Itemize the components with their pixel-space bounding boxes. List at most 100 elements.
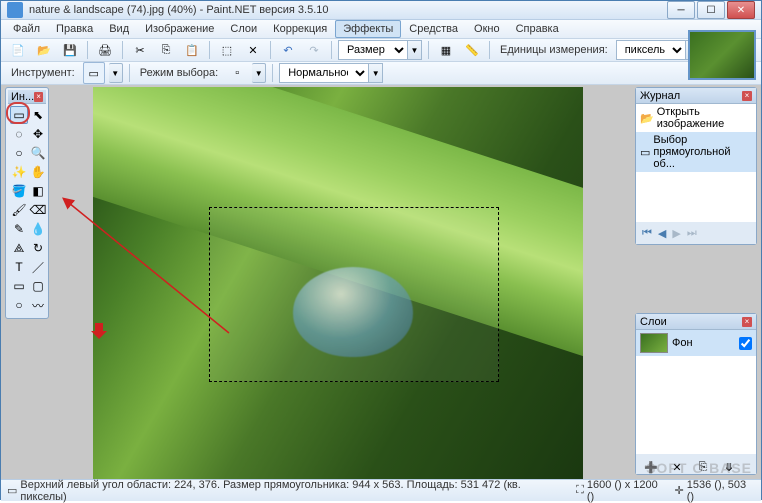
tool-zoom[interactable]: 🔍 bbox=[29, 144, 47, 162]
normal-dropdown-icon[interactable]: ▼ bbox=[369, 63, 383, 83]
menu-tools[interactable]: Средства bbox=[401, 20, 466, 38]
layers-panel[interactable]: Слои × Фон ➕ ✕ ⎘ ⤋ bbox=[635, 313, 757, 475]
tool-paint-bucket[interactable]: 🪣 bbox=[10, 182, 28, 200]
tool-line[interactable]: ／ bbox=[29, 258, 47, 276]
redo-button[interactable]: ↷ bbox=[303, 39, 325, 61]
menu-edit[interactable]: Правка bbox=[48, 20, 101, 38]
menu-layers[interactable]: Слои bbox=[222, 20, 265, 38]
menu-view[interactable]: Вид bbox=[101, 20, 137, 38]
tool-paintbrush[interactable]: 🖌 bbox=[10, 201, 28, 219]
app-icon bbox=[7, 2, 23, 18]
tool-pan[interactable]: ✋ bbox=[29, 163, 47, 181]
tool-pencil[interactable]: ✎ bbox=[10, 220, 28, 238]
grid-button[interactable]: ▦ bbox=[435, 39, 457, 61]
status-size-text: 1600 () x 1200 () bbox=[587, 479, 667, 503]
save-button[interactable]: 💾 bbox=[59, 39, 81, 61]
tool-magic-wand[interactable]: ✨ bbox=[10, 163, 28, 181]
layers-list: Фон bbox=[636, 330, 756, 454]
history-next-button[interactable]: ▶ bbox=[672, 227, 680, 240]
menubar: Файл Правка Вид Изображение Слои Коррекц… bbox=[1, 20, 761, 39]
mode-label: Режим выбора: bbox=[136, 67, 222, 79]
normal-select[interactable]: Нормальное bbox=[279, 63, 369, 83]
history-panel-title: Журнал bbox=[640, 90, 680, 102]
mode-dropdown-icon[interactable]: ▼ bbox=[252, 63, 266, 83]
deselect-button[interactable]: ✕ bbox=[242, 39, 264, 61]
status-cursor-pos: ✛ 1536 (), 503 () bbox=[675, 479, 755, 503]
tool-move-selection[interactable]: ⬉ bbox=[29, 106, 47, 124]
tool-color-picker[interactable]: 💧 bbox=[29, 220, 47, 238]
history-item-label: Открыть изображение bbox=[657, 106, 752, 130]
menu-help[interactable]: Справка bbox=[508, 20, 567, 38]
tool-gradient[interactable]: ◧ bbox=[29, 182, 47, 200]
layers-panel-close-icon[interactable]: × bbox=[742, 317, 752, 327]
size-select[interactable]: Размер от bbox=[338, 40, 408, 60]
history-panel-close-icon[interactable]: × bbox=[742, 91, 752, 101]
new-button[interactable]: 📄 bbox=[7, 39, 29, 61]
selection-marquee[interactable] bbox=[209, 207, 499, 382]
menu-image[interactable]: Изображение bbox=[137, 20, 222, 38]
current-tool-icon[interactable]: ▭ bbox=[83, 62, 105, 84]
layer-item[interactable]: Фон bbox=[636, 330, 756, 356]
main-toolbar: 📄 📂 💾 🖨 ✂ ⎘ 📋 ⬚ ✕ ↶ ↷ Размер от ▼ ▦ 📏 Ед… bbox=[1, 39, 761, 62]
app-window: nature & landscape (74).jpg (40%) - Pain… bbox=[0, 0, 762, 500]
size-dropdown-icon[interactable]: ▼ bbox=[408, 40, 422, 60]
tool-move-pixels[interactable]: ✥ bbox=[29, 125, 47, 143]
ruler-button[interactable]: 📏 bbox=[461, 39, 483, 61]
tool-ellipse[interactable]: ○ bbox=[10, 296, 28, 314]
layers-panel-title: Слои bbox=[640, 316, 667, 328]
menu-effects[interactable]: Эффекты bbox=[335, 20, 401, 38]
close-button[interactable]: ✕ bbox=[727, 1, 755, 19]
crop-button[interactable]: ⬚ bbox=[216, 39, 238, 61]
tool-dropdown-icon[interactable]: ▼ bbox=[109, 63, 123, 83]
canvas[interactable] bbox=[93, 87, 583, 479]
history-last-button[interactable]: ⏭ bbox=[687, 227, 697, 240]
titlebar: nature & landscape (74).jpg (40%) - Pain… bbox=[1, 1, 761, 20]
select-icon: ▭ bbox=[7, 484, 17, 497]
units-select[interactable]: пикселы bbox=[616, 40, 686, 60]
undo-button[interactable]: ↶ bbox=[277, 39, 299, 61]
tool-freeform[interactable]: 〰 bbox=[29, 296, 47, 314]
tool-rectangle-select[interactable]: ▭ bbox=[10, 106, 28, 124]
history-item[interactable]: ▭ Выбор прямоугольной об... bbox=[636, 132, 756, 172]
copy-button[interactable]: ⎘ bbox=[155, 39, 177, 61]
tool-ellipse-select[interactable]: ○ bbox=[10, 144, 28, 162]
cut-button[interactable]: ✂ bbox=[129, 39, 151, 61]
minimize-button[interactable]: ─ bbox=[667, 1, 695, 19]
history-first-button[interactable]: ⏮ bbox=[642, 227, 652, 240]
history-prev-button[interactable]: ◀ bbox=[658, 227, 666, 240]
menu-correction[interactable]: Коррекция bbox=[265, 20, 335, 38]
layer-visibility-checkbox[interactable] bbox=[739, 337, 752, 350]
history-item-label: Выбор прямоугольной об... bbox=[653, 134, 752, 170]
layer-thumbnail bbox=[640, 333, 668, 353]
tools-panel-close-icon[interactable]: × bbox=[34, 92, 43, 102]
tool-lasso-select[interactable]: ◌ bbox=[10, 125, 28, 143]
mode-replace-button[interactable]: ▫ bbox=[226, 62, 248, 84]
tool-eraser[interactable]: ⌫ bbox=[29, 201, 47, 219]
tools-panel[interactable]: Ин... × ▭ ⬉ ◌ ✥ ○ 🔍 ✨ ✋ 🪣 ◧ 🖌 ⌫ ✎ 💧 ⟁ ↻ bbox=[5, 87, 49, 319]
history-item[interactable]: 📂 Открыть изображение bbox=[636, 104, 756, 132]
tool-text[interactable]: T bbox=[10, 258, 28, 276]
menu-file[interactable]: Файл bbox=[5, 20, 48, 38]
tool-rectangle[interactable]: ▭ bbox=[10, 277, 28, 295]
tools-panel-header[interactable]: Ин... × bbox=[8, 90, 46, 104]
maximize-button[interactable]: ☐ bbox=[697, 1, 725, 19]
select-icon: ▭ bbox=[640, 146, 650, 159]
workspace: Ин... × ▭ ⬉ ◌ ✥ ○ 🔍 ✨ ✋ 🪣 ◧ 🖌 ⌫ ✎ 💧 ⟁ ↻ bbox=[1, 85, 761, 479]
open-button[interactable]: 📂 bbox=[33, 39, 55, 61]
tool-recolor[interactable]: ↻ bbox=[29, 239, 47, 257]
document-thumbnail[interactable] bbox=[688, 30, 756, 80]
history-nav: ⏮ ◀ ▶ ⏭ bbox=[636, 222, 756, 244]
tools-panel-title: Ин... bbox=[11, 91, 34, 103]
units-label: Единицы измерения: bbox=[496, 44, 612, 56]
statusbar: ▭ Верхний левый угол области: 224, 376. … bbox=[1, 479, 761, 501]
tool-clone-stamp[interactable]: ⟁ bbox=[10, 239, 28, 257]
layers-panel-header[interactable]: Слои × bbox=[636, 314, 756, 330]
print-button[interactable]: 🖨 bbox=[94, 39, 116, 61]
canvas-viewport[interactable] bbox=[57, 87, 633, 479]
history-panel[interactable]: Журнал × 📂 Открыть изображение ▭ Выбор п… bbox=[635, 87, 757, 245]
tool-rounded-rect[interactable]: ▢ bbox=[29, 277, 47, 295]
paste-button[interactable]: 📋 bbox=[181, 39, 203, 61]
history-panel-header[interactable]: Журнал × bbox=[636, 88, 756, 104]
menu-window[interactable]: Окно bbox=[466, 20, 508, 38]
status-image-size: ⛶ 1600 () x 1200 () bbox=[576, 479, 666, 503]
